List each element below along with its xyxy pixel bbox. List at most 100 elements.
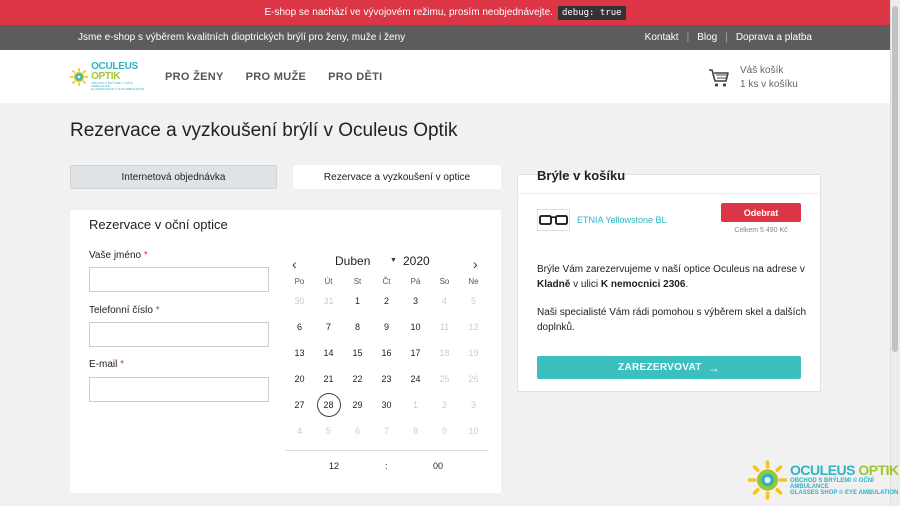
year-input[interactable]: 2020 [403,254,430,268]
calendar-day[interactable]: 8 [343,314,372,340]
calendar-day[interactable]: 8 [401,418,430,444]
calendar-day[interactable]: 23 [372,366,401,392]
specialists-text: Naši specialisté Vám rádi pomohou s výbě… [537,307,807,333]
weekday-label: So [439,276,450,286]
calendar-day[interactable]: 27 [285,392,314,418]
nav-pro-deti[interactable]: PRO DĚTI [328,71,382,83]
calendar-day[interactable]: 12 [459,314,488,340]
required-mark: * [143,250,148,261]
arrow-right-icon: → [707,360,720,375]
city-name: Kladně [537,279,571,290]
calendar-day[interactable]: 5 [314,418,343,444]
nav-pro-muze[interactable]: PRO MUŽE [246,71,306,83]
product-thumbnail[interactable] [537,209,570,231]
calendar-day[interactable]: 25 [430,366,459,392]
phone-label: Telefonní číslo * [89,305,160,316]
weekday-label: St [353,276,362,286]
link-kontakt[interactable]: Kontakt [637,32,687,43]
remove-button[interactable]: Odebrat [721,203,801,222]
tagline: Jsme e-shop s výběrem kvalitních dioptri… [78,32,406,43]
weekday-label: Ne [468,276,479,286]
street-name: K nemocnici 2306 [600,279,686,290]
calendar-day[interactable]: 13 [285,340,314,366]
reserve-button[interactable]: ZAREZERVOVAT → [537,356,801,379]
cart-total: Celkem 5 490 Kč [734,227,788,234]
divider [517,193,821,194]
required-mark: * [120,359,125,370]
calendar-day[interactable]: 4 [430,288,459,314]
top-links: Kontakt | Blog | Doprava a platba [637,32,812,43]
time-separator: : [385,461,388,471]
form-heading: Rezervace v oční optice [89,217,228,232]
weekday-label: Po [294,276,305,286]
site-header: OCULEUS OPTIK OBCHOD S BRÝLEMI © OČNÍ AM… [0,50,890,103]
calendar-day[interactable]: 4 [285,418,314,444]
top-info-bar: Jsme e-shop s výběrem kvalitních dioptri… [0,25,890,50]
calendar-day[interactable]: 7 [314,314,343,340]
caret-down-icon[interactable]: ▼ [390,257,397,264]
scrollbar-thumb[interactable] [892,6,898,352]
calendar-day[interactable]: 22 [343,366,372,392]
tab-reservation[interactable]: Rezervace a vyzkoušení v optice [293,165,501,189]
calendar-day[interactable]: 2 [430,392,459,418]
hour-input[interactable]: 12 [329,461,339,471]
sun-eye-logo-icon [70,67,89,86]
shopping-cart-icon [709,68,729,87]
calendar-day[interactable]: 5 [459,288,488,314]
email-label: E-mail * [89,359,125,370]
email-input[interactable] [89,377,269,402]
minute-input[interactable]: 00 [433,461,443,471]
name-input[interactable] [89,267,269,292]
cart-count: 1 ks v košíku [740,78,798,90]
footer-logo-watermark: OCULEUS OPTIK OBCHOD S BRÝLEMI © OČNÍ AM… [748,458,900,502]
product-name[interactable]: ETNIA Yellowstone BL [577,215,667,225]
sun-eye-logo-icon [748,460,788,500]
calendar-day[interactable]: 14 [314,340,343,366]
weekday-label: Pá [410,276,421,286]
calendar-day[interactable]: 1 [401,392,430,418]
calendar-day[interactable]: 24 [401,366,430,392]
glasses-icon [539,215,568,225]
logo-subtitle-2: GLASSES SHOP © EYE AMBULATION [91,87,145,91]
chevron-right-icon[interactable]: › [473,256,478,272]
calendar-day[interactable]: 26 [459,366,488,392]
tab-internet-order[interactable]: Internetová objednávka [70,165,277,189]
chevron-left-icon[interactable]: ‹ [292,256,297,272]
calendar-day[interactable]: 3 [401,288,430,314]
calendar-day[interactable]: 3 [459,392,488,418]
reserve-button-label: ZAREZERVOVAT [618,362,702,373]
link-blog[interactable]: Blog [689,32,725,43]
calendar-day[interactable]: 30 [372,392,401,418]
phone-input[interactable] [89,322,269,347]
calendar-day[interactable]: 10 [459,418,488,444]
calendar-day-selected[interactable]: 28 [314,392,343,418]
month-select[interactable]: Duben [335,254,370,268]
calendar-day[interactable]: 21 [314,366,343,392]
calendar-day[interactable]: 6 [343,418,372,444]
calendar-day[interactable]: 6 [285,314,314,340]
calendar-day[interactable]: 9 [372,314,401,340]
calendar-day[interactable]: 1 [343,288,372,314]
weekday-label: Út [324,276,333,286]
calendar-day[interactable]: 16 [372,340,401,366]
calendar-day[interactable]: 19 [459,340,488,366]
calendar-day[interactable]: 2 [372,288,401,314]
calendar-day[interactable]: 18 [430,340,459,366]
cart-widget[interactable]: Váš košík 1 ks v košíku [708,64,798,91]
calendar-day[interactable]: 30 [285,288,314,314]
required-mark: * [155,305,160,316]
reservation-info-text: Brýle Vám zarezervujeme v naší optice Oc… [537,264,805,290]
time-picker: 12 : 00 [285,450,489,476]
calendar-day[interactable]: 17 [401,340,430,366]
nav-pro-zeny[interactable]: PRO ŽENY [165,71,224,83]
calendar-day[interactable]: 9 [430,418,459,444]
calendar-day[interactable]: 11 [430,314,459,340]
link-doprava[interactable]: Doprava a platba [728,32,812,43]
calendar-day[interactable]: 10 [401,314,430,340]
calendar-day[interactable]: 7 [372,418,401,444]
calendar-day[interactable]: 20 [285,366,314,392]
calendar-day[interactable]: 29 [343,392,372,418]
calendar-day[interactable]: 15 [343,340,372,366]
calendar-day[interactable]: 31 [314,288,343,314]
site-logo[interactable]: OCULEUS OPTIK OBCHOD S BRÝLEMI © OČNÍ AM… [70,62,150,91]
